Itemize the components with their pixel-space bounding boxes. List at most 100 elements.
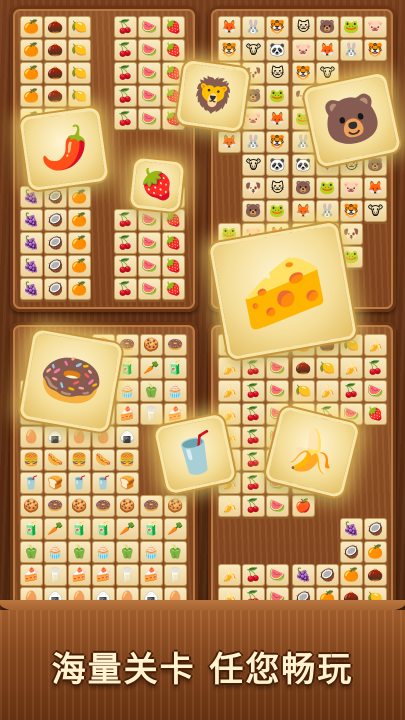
tile[interactable]: 🦊 [218, 131, 241, 153]
tile[interactable]: 🦊 [292, 200, 315, 222]
tile[interactable]: 🍉 [138, 255, 161, 277]
tile[interactable]: 🌰 [44, 39, 67, 61]
tile[interactable]: 🐼 [266, 39, 289, 61]
tile[interactable]: 🐰 [242, 131, 265, 153]
tile[interactable]: 🫑 [164, 541, 187, 563]
tile[interactable]: 🍞 [116, 472, 139, 494]
tile[interactable]: 🍌 [218, 380, 241, 402]
tile[interactable]: 🍒 [242, 357, 265, 379]
tile[interactable]: 🫑 [20, 541, 43, 563]
tile[interactable]: 🐷 [292, 39, 315, 61]
tile[interactable]: 🧁 [140, 541, 163, 563]
tile[interactable]: 🍰 [68, 564, 91, 586]
tile[interactable]: 🍪 [68, 495, 91, 517]
tile[interactable]: 🫑 [140, 380, 163, 402]
lion-tile[interactable]: 🦁 [175, 59, 251, 133]
tile[interactable]: 🍒 [114, 232, 137, 254]
tile[interactable]: 🌭 [92, 449, 115, 471]
tile[interactable]: 🍓 [162, 39, 185, 61]
tile[interactable]: 🍰 [140, 564, 163, 586]
tile[interactable]: 🍉 [138, 62, 161, 84]
tile[interactable]: 🍉 [364, 380, 387, 402]
tile[interactable]: 🍋 [68, 16, 91, 38]
tile[interactable]: 🍒 [340, 380, 363, 402]
tile[interactable]: 🍊 [364, 541, 387, 563]
tile[interactable]: 🍋 [316, 357, 339, 379]
tile[interactable]: 🦊 [266, 108, 289, 130]
tile[interactable]: 🥛 [116, 564, 139, 586]
tile[interactable]: 🍪 [20, 495, 43, 517]
tile[interactable]: 🍉 [266, 380, 289, 402]
tile[interactable]: 🐯 [218, 39, 241, 61]
tile[interactable]: 🍒 [242, 495, 265, 517]
tile[interactable]: 🍇 [20, 278, 43, 300]
tile[interactable]: 🌭 [44, 449, 67, 471]
tile[interactable]: 🥕 [44, 518, 67, 540]
tile[interactable]: 🍓 [162, 16, 185, 38]
tile[interactable]: 🍊 [340, 564, 363, 586]
tile[interactable]: 🍔 [116, 449, 139, 471]
tile[interactable]: 🦊 [364, 177, 387, 199]
tile[interactable]: 🐱 [266, 177, 289, 199]
tile[interactable]: 🍪 [140, 334, 163, 356]
tile[interactable]: 🫑 [68, 541, 91, 563]
tile[interactable]: 🐮 [242, 39, 265, 61]
tile[interactable]: 🍌 [340, 357, 363, 379]
tile[interactable]: 🍊 [68, 209, 91, 231]
tile[interactable]: 🐱 [292, 16, 315, 38]
tile[interactable]: 🥥 [316, 564, 339, 586]
tile[interactable]: 🍋 [68, 62, 91, 84]
tile[interactable]: 🍉 [138, 16, 161, 38]
tile[interactable]: 🧁 [164, 380, 187, 402]
tile[interactable]: 🍰 [92, 564, 115, 586]
tile[interactable]: 🥚 [20, 426, 43, 448]
tile[interactable]: 🐸 [316, 177, 339, 199]
tile[interactable]: 🍓 [162, 209, 185, 231]
tile[interactable]: 🐻 [242, 200, 265, 222]
drink-tile[interactable]: 🥤 [153, 413, 237, 495]
tile[interactable]: 🥥 [44, 209, 67, 231]
tile[interactable]: 🍒 [242, 564, 265, 586]
tile[interactable]: 🧃 [68, 518, 91, 540]
tile[interactable]: 🍒 [242, 380, 265, 402]
tile[interactable]: 🐮 [364, 200, 387, 222]
strawberry-tile[interactable]: 🍓 [129, 157, 185, 213]
tile[interactable]: 🍪 [164, 495, 187, 517]
tile[interactable]: 🍇 [20, 255, 43, 277]
tile[interactable]: 🥥 [44, 232, 67, 254]
tile[interactable]: 🐮 [316, 62, 339, 84]
tile[interactable]: 🐶 [242, 177, 265, 199]
tile[interactable]: 🥛 [140, 403, 163, 425]
tile[interactable]: 🍉 [138, 278, 161, 300]
tile[interactable]: 🍒 [114, 209, 137, 231]
tile[interactable]: 🍙 [116, 426, 139, 448]
tile[interactable]: 🍉 [266, 357, 289, 379]
tile[interactable]: 🐷 [242, 108, 265, 130]
tile[interactable]: 🍋 [292, 380, 315, 402]
tile[interactable]: 🥥 [364, 518, 387, 540]
tile[interactable]: 🦊 [316, 39, 339, 61]
tile[interactable]: 🍇 [340, 518, 363, 540]
tile[interactable]: 🍊 [68, 186, 91, 208]
tile[interactable]: 🐻 [292, 177, 315, 199]
tile[interactable]: 🐰 [316, 200, 339, 222]
tile[interactable]: 🐯 [266, 16, 289, 38]
tile[interactable]: 🦊 [218, 16, 241, 38]
donut-tile[interactable]: 🍩 [18, 328, 124, 434]
tile[interactable]: 🍒 [114, 62, 137, 84]
tile[interactable]: 🍪 [116, 495, 139, 517]
tile[interactable]: 🐸 [266, 85, 289, 107]
tile[interactable]: 🍉 [138, 209, 161, 231]
tile[interactable]: 🥕 [116, 518, 139, 540]
tile[interactable]: 🍊 [68, 255, 91, 277]
tile[interactable]: 🥥 [44, 255, 67, 277]
tile[interactable]: 🧃 [92, 518, 115, 540]
tile[interactable]: 🥥 [340, 541, 363, 563]
tile[interactable]: 🍓 [162, 232, 185, 254]
tile[interactable]: 🍊 [68, 232, 91, 254]
tile[interactable]: 🍩 [44, 495, 67, 517]
tile[interactable]: 🌰 [292, 357, 315, 379]
tile[interactable]: 🥤 [68, 472, 91, 494]
tile[interactable]: 🧁 [92, 541, 115, 563]
tile[interactable]: 🐷 [364, 16, 387, 38]
